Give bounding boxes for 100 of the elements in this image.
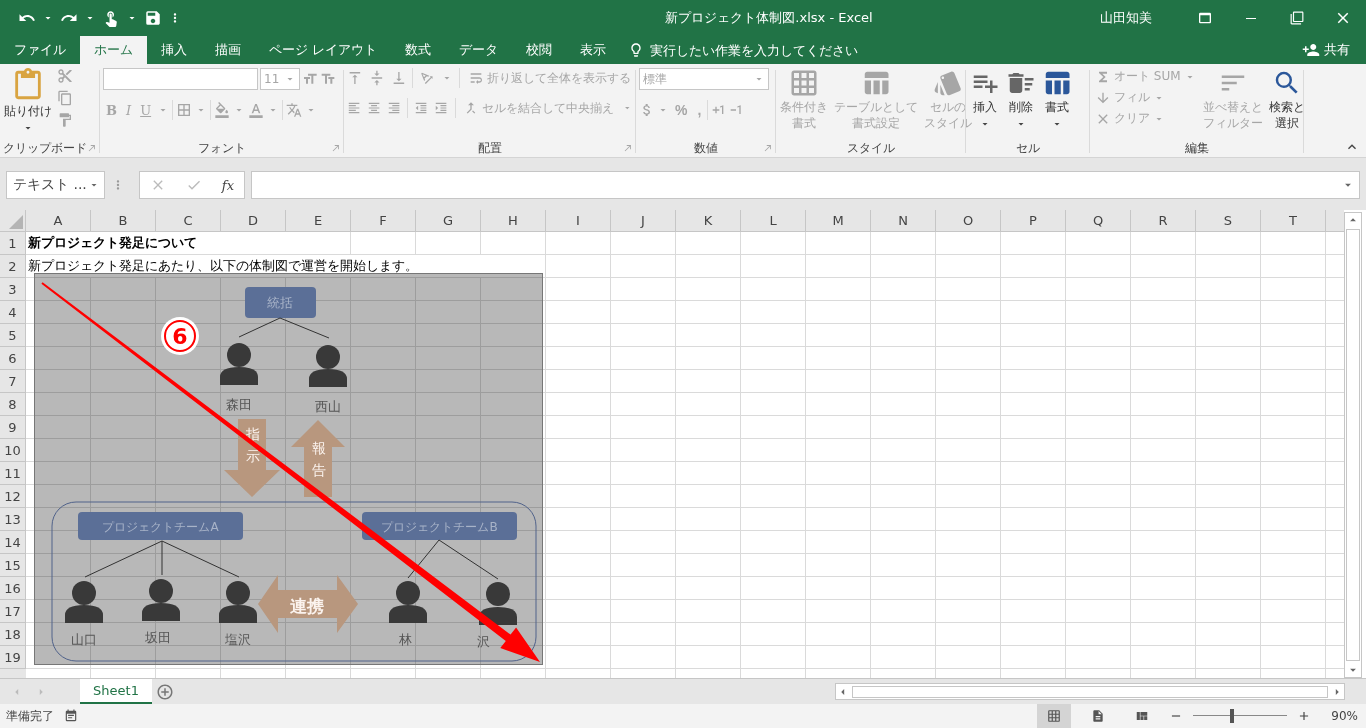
ribbon-tab[interactable]: 表示 xyxy=(566,36,621,64)
column-header[interactable]: G xyxy=(416,210,481,231)
ribbon-tab[interactable]: ファイル xyxy=(0,36,80,64)
ribbon-tab[interactable]: データ xyxy=(445,36,513,64)
group-label: 数値 xyxy=(694,139,718,157)
cells-command-button[interactable]: 書式 xyxy=(1041,68,1073,139)
cells-command-button[interactable]: 削除 xyxy=(1005,68,1037,139)
paste-button[interactable]: 貼り付け xyxy=(3,68,53,139)
row-header[interactable]: 7 xyxy=(0,370,26,393)
scissors-icon[interactable] xyxy=(57,68,73,84)
person-name: 坂田 xyxy=(145,630,171,645)
column-header[interactable]: P xyxy=(1001,210,1066,231)
macro-record-icon[interactable] xyxy=(64,709,78,723)
ribbon-tab[interactable]: ページ レイアウト xyxy=(255,36,392,64)
report-label: 報告 xyxy=(312,440,326,478)
window-icon xyxy=(1197,10,1213,26)
row-header[interactable]: 14 xyxy=(0,531,26,554)
save-icon[interactable] xyxy=(144,9,162,27)
row-header[interactable]: 3 xyxy=(0,278,26,301)
person-name: 山口 xyxy=(71,632,97,647)
column-header[interactable]: D xyxy=(221,210,286,231)
person-name: 森田 xyxy=(226,397,252,412)
paintbrush-icon[interactable] xyxy=(57,112,73,128)
column-header[interactable]: K xyxy=(676,210,741,231)
shrink-font-icon[interactable] xyxy=(320,71,336,87)
column-header[interactable]: S xyxy=(1196,210,1261,231)
page-icon xyxy=(1091,709,1106,723)
dialog-launcher-icon[interactable] xyxy=(623,143,633,153)
column-header[interactable]: N xyxy=(871,210,936,231)
row-header[interactable]: 17 xyxy=(0,600,26,623)
row-header[interactable]: 18 xyxy=(0,623,26,646)
person-icon xyxy=(219,581,257,623)
add-sheet-icon[interactable] xyxy=(156,682,174,701)
row-header[interactable]: 6 xyxy=(0,347,26,370)
row-header[interactable]: 12 xyxy=(0,485,26,508)
column-header[interactable]: T xyxy=(1261,210,1326,231)
vertical-scrollbar[interactable] xyxy=(1344,212,1362,678)
column-header[interactable]: M xyxy=(806,210,871,231)
ribbon-tab[interactable]: 校閲 xyxy=(512,36,567,64)
column-header[interactable]: Q xyxy=(1066,210,1131,231)
person-add-icon xyxy=(1302,41,1320,59)
name-box[interactable]: テキスト ... xyxy=(6,171,105,199)
column-header[interactable]: E xyxy=(286,210,351,231)
borders-icon[interactable] xyxy=(176,102,193,118)
row-header[interactable]: 19 xyxy=(0,646,26,669)
row-header[interactable]: 8 xyxy=(0,393,26,416)
column-header[interactable]: A xyxy=(26,210,91,231)
indent-decrease-icon[interactable] xyxy=(414,100,429,116)
zoom-thumb[interactable] xyxy=(1229,709,1234,723)
column-header[interactable]: C xyxy=(156,210,221,231)
sheet-tab[interactable]: Sheet1 xyxy=(80,679,152,704)
ribbon-tab[interactable]: 挿入 xyxy=(147,36,201,64)
window-title: 新プロジェクト体制図.xlsx - Excel xyxy=(664,9,874,27)
column-header[interactable]: H xyxy=(481,210,546,231)
horizontal-scrollbar[interactable] xyxy=(835,683,1345,700)
row-header[interactable]: 16 xyxy=(0,577,26,600)
user-name: 山田知美 xyxy=(1100,9,1152,27)
column-header[interactable]: F xyxy=(351,210,416,231)
editing-command-button[interactable]: 検索と 選択 xyxy=(1267,68,1306,139)
row-header[interactable]: 5 xyxy=(0,324,26,347)
text-orientation-icon[interactable] xyxy=(419,70,436,86)
insert-function-button[interactable]: fx xyxy=(221,177,234,193)
row-header[interactable]: 4 xyxy=(0,301,26,324)
align-left-icon[interactable] xyxy=(347,100,362,116)
font-name-field[interactable] xyxy=(103,68,258,90)
row-header[interactable]: 13 xyxy=(0,508,26,531)
copy-icon[interactable] xyxy=(57,90,73,106)
grow-font-icon[interactable] xyxy=(302,71,318,87)
connector-line xyxy=(238,317,281,338)
align-center-icon[interactable] xyxy=(367,100,382,116)
tell-me-field[interactable]: 実行したい作業を入力してください xyxy=(648,41,909,59)
group-label: フォント xyxy=(198,139,246,157)
dialog-launcher-icon[interactable] xyxy=(87,143,97,153)
style-gallery-icon xyxy=(789,68,819,98)
dialog-launcher-icon[interactable] xyxy=(763,143,773,153)
ribbon-tab[interactable]: 数式 xyxy=(391,36,446,64)
column-header[interactable]: I xyxy=(546,210,611,231)
share-button[interactable]: 共有 xyxy=(1296,36,1356,64)
view-button[interactable] xyxy=(1037,704,1072,728)
ribbon-tab[interactable]: 描画 xyxy=(201,36,255,64)
font-color-icon[interactable] xyxy=(248,102,265,118)
layout-icon xyxy=(1135,709,1150,723)
ribbon-tab[interactable]: ホーム xyxy=(80,36,147,64)
style-gallery-icon xyxy=(933,68,963,98)
formula-field[interactable] xyxy=(251,171,1360,199)
row-header[interactable]: 15 xyxy=(0,554,26,577)
column-header[interactable]: O xyxy=(936,210,1001,231)
indent-increase-icon[interactable] xyxy=(434,100,449,116)
dialog-launcher-icon[interactable] xyxy=(331,143,341,153)
paint-bucket-icon[interactable] xyxy=(214,102,231,118)
column-header[interactable]: L xyxy=(741,210,806,231)
phonetic-icon[interactable] xyxy=(286,102,303,118)
align-right-icon[interactable] xyxy=(387,100,402,116)
column-header[interactable]: J xyxy=(611,210,676,231)
row-header[interactable]: 11 xyxy=(0,462,26,485)
row-header[interactable]: 10 xyxy=(0,439,26,462)
column-header[interactable]: B xyxy=(91,210,156,231)
column-header[interactable]: R xyxy=(1131,210,1196,231)
align-top-icon[interactable] xyxy=(347,70,363,86)
row-header[interactable]: 9 xyxy=(0,416,26,439)
